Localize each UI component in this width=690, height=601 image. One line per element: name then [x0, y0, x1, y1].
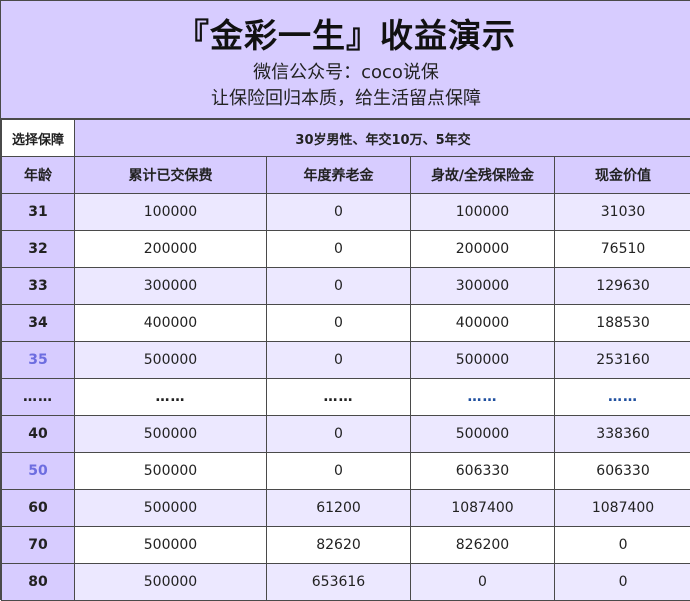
cash-value-cell: 31030: [555, 194, 690, 231]
death-benefit-cell: 826200: [411, 527, 555, 564]
premium-cell: 400000: [75, 305, 267, 342]
death-benefit-cell: 500000: [411, 416, 555, 453]
subtitle-slogan: 让保险回归本质，给生活留点保障: [1, 84, 690, 110]
age-cell: 33: [2, 268, 75, 305]
pension-cell: 0: [267, 342, 411, 379]
table-row: 60 500000 61200 1087400 1087400: [2, 490, 690, 527]
premium-cell: 500000: [75, 490, 267, 527]
death-benefit-cell: 606330: [411, 453, 555, 490]
premium-cell: 500000: [75, 564, 267, 601]
table-row: 34 400000 0 400000 188530: [2, 305, 690, 342]
pension-cell: 0: [267, 416, 411, 453]
cash-value-cell: 188530: [555, 305, 690, 342]
premium-cell: 300000: [75, 268, 267, 305]
age-cell: 35: [2, 342, 75, 379]
page-title: 『金彩一生』收益演示: [1, 9, 690, 57]
table-row: 70 500000 82620 826200 0: [2, 527, 690, 564]
pension-cell: 61200: [267, 490, 411, 527]
death-benefit-cell: 200000: [411, 231, 555, 268]
page-header: 『金彩一生』收益演示 微信公众号：coco说保 让保险回归本质，给生活留点保障: [1, 1, 690, 119]
premium-cell: 200000: [75, 231, 267, 268]
column-header-cash-value: 现金价值: [555, 157, 690, 194]
plan-label: 选择保障: [2, 120, 75, 157]
table-row-ellipsis: …… …… …… …… ……: [2, 379, 690, 416]
cash-value-cell: 0: [555, 527, 690, 564]
table-row: 33 300000 0 300000 129630: [2, 268, 690, 305]
age-cell: 40: [2, 416, 75, 453]
age-cell: 80: [2, 564, 75, 601]
age-cell: 70: [2, 527, 75, 564]
cash-value-cell: 1087400: [555, 490, 690, 527]
table-row: 50 500000 0 606330 606330: [2, 453, 690, 490]
cash-value-cell: 253160: [555, 342, 690, 379]
ellipsis-cell: ……: [2, 379, 75, 416]
death-benefit-cell: 300000: [411, 268, 555, 305]
table-row: 40 500000 0 500000 338360: [2, 416, 690, 453]
column-header-pension: 年度养老金: [267, 157, 411, 194]
ellipsis-cell: ……: [267, 379, 411, 416]
age-cell: 34: [2, 305, 75, 342]
ellipsis-cell: ……: [411, 379, 555, 416]
pension-cell: 82620: [267, 527, 411, 564]
premium-cell: 500000: [75, 416, 267, 453]
plan-row: 选择保障 30岁男性、年交10万、5年交: [2, 120, 690, 157]
table-row: 31 100000 0 100000 31030: [2, 194, 690, 231]
column-header-age: 年龄: [2, 157, 75, 194]
column-header-death-benefit: 身故/全残保险金: [411, 157, 555, 194]
premium-cell: 500000: [75, 453, 267, 490]
age-cell: 60: [2, 490, 75, 527]
age-cell: 32: [2, 231, 75, 268]
premium-cell: 500000: [75, 527, 267, 564]
death-benefit-cell: 1087400: [411, 490, 555, 527]
pension-cell: 653616: [267, 564, 411, 601]
table-header-row: 年龄 累计已交保费 年度养老金 身故/全残保险金 现金价值: [2, 157, 690, 194]
pension-cell: 0: [267, 453, 411, 490]
subtitle-wechat: 微信公众号：coco说保: [1, 58, 690, 84]
premium-cell: 100000: [75, 194, 267, 231]
death-benefit-cell: 100000: [411, 194, 555, 231]
table-row: 32 200000 0 200000 76510: [2, 231, 690, 268]
cash-value-cell: 0: [555, 564, 690, 601]
plan-value: 30岁男性、年交10万、5年交: [75, 120, 690, 157]
ellipsis-cell: ……: [555, 379, 690, 416]
pension-cell: 0: [267, 305, 411, 342]
pension-cell: 0: [267, 194, 411, 231]
death-benefit-cell: 500000: [411, 342, 555, 379]
cash-value-cell: 76510: [555, 231, 690, 268]
page-frame: 『金彩一生』收益演示 微信公众号：coco说保 让保险回归本质，给生活留点保障 …: [0, 0, 690, 600]
benefit-table: 选择保障 30岁男性、年交10万、5年交 年龄 累计已交保费 年度养老金 身故/…: [1, 119, 690, 601]
premium-cell: 500000: [75, 342, 267, 379]
death-benefit-cell: 400000: [411, 305, 555, 342]
death-benefit-cell: 0: [411, 564, 555, 601]
column-header-premium: 累计已交保费: [75, 157, 267, 194]
table-row: 80 500000 653616 0 0: [2, 564, 690, 601]
age-cell: 50: [2, 453, 75, 490]
table-row: 35 500000 0 500000 253160: [2, 342, 690, 379]
pension-cell: 0: [267, 268, 411, 305]
pension-cell: 0: [267, 231, 411, 268]
cash-value-cell: 129630: [555, 268, 690, 305]
age-cell: 31: [2, 194, 75, 231]
cash-value-cell: 606330: [555, 453, 690, 490]
cash-value-cell: 338360: [555, 416, 690, 453]
ellipsis-cell: ……: [75, 379, 267, 416]
